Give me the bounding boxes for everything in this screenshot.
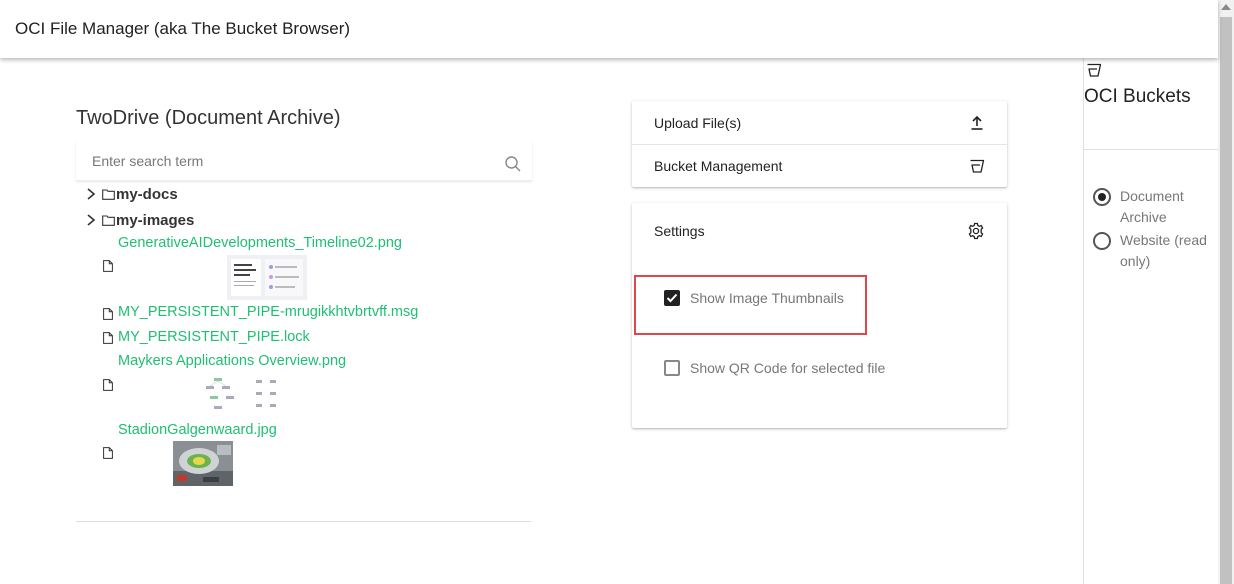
app-bar: OCI File Manager (aka The Bucket Browser… (0, 0, 1218, 58)
folder-my-images[interactable]: my-images (84, 210, 194, 230)
bucket-icon[interactable] (969, 158, 985, 174)
actions-card: Upload File(s) Bucket Management (632, 101, 1007, 187)
archive-title: TwoDrive (Document Archive) (76, 107, 341, 129)
bucket-management-button[interactable]: Bucket Management (632, 144, 1007, 187)
bucket-option-label: Document Archive (1120, 188, 1184, 225)
chevron-right-icon[interactable] (84, 213, 98, 227)
app-title: OCI File Manager (aka The Bucket Browser… (15, 19, 351, 38)
scroll-up-arrow[interactable] (1221, 4, 1231, 10)
checkmark-icon (666, 293, 678, 303)
search-box (76, 141, 532, 181)
show-qr-toggle[interactable]: Show QR Code for selected file (664, 360, 885, 376)
file-link[interactable]: Maykers Applications Overview.png (118, 353, 346, 369)
bucket-option-document-archive[interactable]: Document Archive (1093, 186, 1216, 228)
settings-title: Settings (654, 222, 705, 239)
file-icon (103, 379, 113, 391)
folder-label: my-docs (116, 185, 178, 203)
search-icon[interactable] (504, 155, 522, 173)
file-link[interactable]: MY_PERSISTENT_PIPE.lock (118, 329, 310, 345)
file-icon (103, 308, 113, 320)
show-thumbnails-toggle[interactable]: Show Image Thumbnails (664, 290, 844, 306)
image-thumbnail[interactable] (227, 255, 307, 300)
search-input[interactable] (76, 141, 496, 181)
show-qr-label: Show QR Code for selected file (690, 360, 886, 376)
file-link[interactable]: StadionGalgenwaard.jpg (118, 422, 277, 438)
folder-icon (102, 188, 115, 200)
settings-header: Settings (632, 209, 1007, 252)
radio-button[interactable] (1093, 232, 1111, 250)
file-link[interactable]: GenerativeAIDevelopments_Timeline02.png (118, 235, 402, 251)
upload-icon[interactable] (969, 115, 985, 131)
file-icon (103, 447, 113, 459)
radio-selected-dot (1098, 193, 1106, 201)
file-link[interactable]: MY_PERSISTENT_PIPE-mrugikkhtvbrtvff.msg (118, 304, 418, 320)
bucket-icon (1087, 63, 1102, 77)
file-icon (103, 332, 113, 344)
buckets-title: OCI Buckets (1084, 86, 1191, 107)
panel-divider (1083, 58, 1084, 584)
folder-icon (102, 214, 115, 226)
panel-divider (1084, 149, 1218, 150)
upload-label: Upload File(s) (654, 114, 742, 131)
scrollbar-thumb[interactable] (1220, 17, 1232, 584)
show-qr-checkbox[interactable] (664, 360, 680, 376)
bucket-option-label: Website (read only) (1120, 232, 1207, 269)
image-thumbnail[interactable] (173, 441, 233, 486)
radio-button[interactable] (1093, 188, 1111, 206)
upload-files-button[interactable]: Upload File(s) (632, 101, 1007, 144)
show-thumbnails-label: Show Image Thumbnails (690, 290, 844, 306)
image-thumbnail[interactable] (200, 376, 288, 416)
folder-my-docs[interactable]: my-docs (84, 184, 178, 204)
show-thumbnails-checkbox[interactable] (664, 290, 680, 306)
gear-icon[interactable] (967, 222, 985, 240)
bucket-option-website[interactable]: Website (read only) (1093, 230, 1216, 272)
chevron-right-icon[interactable] (84, 187, 98, 201)
folder-label: my-images (116, 211, 195, 229)
bucket-management-label: Bucket Management (654, 157, 783, 174)
section-divider (76, 521, 531, 522)
file-icon (103, 260, 113, 272)
